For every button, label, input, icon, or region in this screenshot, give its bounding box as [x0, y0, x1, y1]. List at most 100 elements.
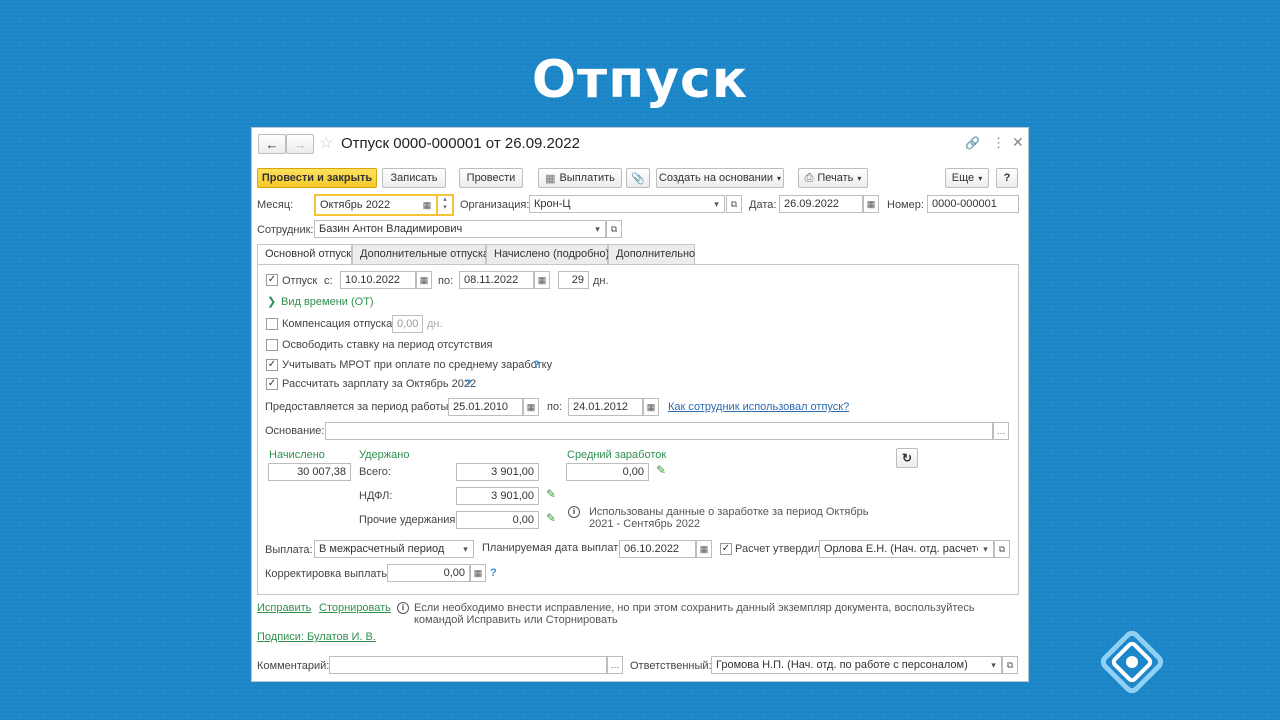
number-input[interactable]: 0000-000001 — [927, 195, 1019, 213]
org-label: Организация: — [460, 199, 530, 211]
period-from-input[interactable]: 25.01.2010 — [448, 398, 523, 416]
approved-dropdown-icon[interactable]: ▾ — [978, 540, 994, 558]
create-based-button[interactable]: Создать на основании ▾ — [656, 168, 784, 188]
approved-open-icon[interactable]: ⧉ — [994, 540, 1010, 558]
compensation-checkbox[interactable] — [266, 318, 278, 330]
vacation-to-calendar-icon[interactable]: ▦ — [534, 271, 550, 289]
reverse-link[interactable]: Сторнировать — [319, 602, 391, 614]
post-close-button[interactable]: Провести и закрыть — [257, 168, 377, 188]
signatures-link[interactable]: Подписи: Булатов И. В. — [257, 631, 376, 643]
calc-salary-help-icon[interactable]: ? — [465, 378, 472, 390]
compensation-label: Компенсация отпуска — [282, 318, 393, 330]
forward-button[interactable]: → — [286, 134, 314, 154]
time-type-toggle[interactable]: Вид времени (ОТ) — [281, 296, 374, 308]
correction-input[interactable]: 0,00 — [387, 564, 470, 582]
total-value: 3 901,00 — [456, 463, 539, 481]
vacation-from-input[interactable]: 10.10.2022 — [340, 271, 416, 289]
planned-date-label: Планируемая дата выплаты: — [482, 542, 630, 554]
vacation-to-label: по: — [438, 275, 454, 287]
compensation-input[interactable]: 0,00 — [392, 315, 423, 333]
arrow-left-icon: ← — [265, 136, 279, 152]
comment-expand-icon[interactable]: … — [607, 656, 623, 674]
calendar-icon[interactable]: ▦ — [419, 196, 435, 214]
compensation-unit: дн. — [427, 318, 443, 330]
vacation-from-label: с: — [324, 275, 333, 287]
attach-button[interactable]: 📎 — [626, 168, 650, 188]
basis-select-icon[interactable]: … — [993, 422, 1009, 440]
mrot-checkbox[interactable]: ✓ — [266, 359, 278, 371]
planned-date-calendar-icon[interactable]: ▦ — [696, 540, 712, 558]
period-to-calendar-icon[interactable]: ▦ — [643, 398, 659, 416]
more-button[interactable]: Еще ▾ — [945, 168, 989, 188]
earnings-info-text: Использованы данные о заработке за перио… — [589, 506, 869, 530]
employee-dropdown-icon[interactable]: ▾ — [590, 220, 606, 238]
tab-additional[interactable]: Дополнительно — [608, 244, 695, 264]
period-to-input[interactable]: 24.01.2012 — [568, 398, 643, 416]
link-icon[interactable]: 🔗 — [965, 136, 980, 150]
correction-calculator-icon[interactable]: ▦ — [470, 564, 486, 582]
tab-main-vacation[interactable]: Основной отпуск — [257, 244, 352, 265]
responsible-label: Ответственный: — [630, 660, 712, 672]
spin-up-icon: ▴ — [443, 196, 447, 203]
date-input[interactable]: 26.09.2022 — [779, 195, 863, 213]
brand-logo-icon — [1100, 630, 1164, 694]
period-from-calendar-icon[interactable]: ▦ — [523, 398, 539, 416]
back-button[interactable]: ← — [258, 134, 286, 154]
correction-help-icon[interactable]: ? — [490, 567, 497, 579]
more-vertical-icon[interactable]: ⋮ — [992, 135, 1005, 151]
help-button[interactable]: ? — [996, 168, 1018, 188]
vacation-checkbox[interactable]: ✓ — [266, 274, 278, 286]
date-calendar-icon[interactable]: ▦ — [863, 195, 879, 213]
free-rate-checkbox[interactable] — [266, 339, 278, 351]
approved-checkbox[interactable]: ✓ — [720, 543, 732, 555]
withheld-label: Удержано — [359, 449, 410, 461]
avg-edit-pencil-icon[interactable]: ✎ — [656, 463, 666, 477]
chevron-right-icon[interactable]: ❯ — [267, 295, 276, 308]
responsible-open-icon[interactable]: ⧉ — [1002, 656, 1018, 674]
org-open-icon[interactable]: ⧉ — [726, 195, 742, 213]
usage-link[interactable]: Как сотрудник использовал отпуск? — [668, 401, 849, 413]
approved-select[interactable]: Орлова Е.Н. (Нач. отд. расчетов — [819, 540, 994, 558]
vacation-days-input[interactable]: 29 — [558, 271, 589, 289]
slide-title: Отпуск — [531, 50, 749, 110]
calc-salary-checkbox[interactable]: ✓ — [266, 378, 278, 390]
mrot-help-icon[interactable]: ? — [533, 359, 540, 371]
print-button[interactable]: ⎙ Печать ▾ — [798, 168, 868, 188]
other-withholding-label: Прочие удержания: — [359, 514, 459, 526]
basis-input[interactable] — [325, 422, 993, 440]
spin-down-icon: ▾ — [443, 204, 447, 211]
refresh-button[interactable]: ↻ — [896, 448, 918, 468]
comment-input[interactable] — [329, 656, 607, 674]
tab-additional-vacations[interactable]: Дополнительные отпуска — [352, 244, 489, 264]
responsible-dropdown-icon[interactable]: ▾ — [986, 656, 1002, 674]
planned-date-input[interactable]: 06.10.2022 — [619, 540, 696, 558]
favorite-star-icon[interactable]: ☆ — [319, 133, 333, 153]
pay-button[interactable]: ▦ Выплатить — [538, 168, 622, 188]
fix-link[interactable]: Исправить — [257, 602, 311, 614]
printer-icon: ⎙ — [804, 171, 814, 184]
payout-select[interactable]: В межрасчетный период — [314, 540, 474, 558]
correction-label: Корректировка выплаты: — [265, 568, 393, 580]
more-button-label: Еще — [951, 172, 975, 184]
employee-select[interactable]: Базин Антон Владимирович — [314, 220, 606, 238]
tab-accrued-detailed[interactable]: Начислено (подробно) — [486, 244, 609, 264]
org-dropdown-icon[interactable]: ▾ — [709, 195, 725, 213]
close-icon[interactable]: ✕ — [1012, 134, 1024, 151]
window-title: Отпуск 0000-000001 от 26.09.2022 — [341, 135, 580, 152]
post-button[interactable]: Провести — [459, 168, 523, 188]
vacation-from-calendar-icon[interactable]: ▦ — [416, 271, 432, 289]
org-select[interactable]: Крон-Ц — [529, 195, 725, 213]
number-label: Номер: — [887, 199, 924, 211]
employee-open-icon[interactable]: ⧉ — [606, 220, 622, 238]
create-based-label: Создать на основании — [658, 172, 774, 184]
responsible-select[interactable]: Громова Н.П. (Нач. отд. по работе с перс… — [711, 656, 994, 674]
vacation-to-input[interactable]: 08.11.2022 — [459, 271, 534, 289]
pay-icon: ▦ — [545, 172, 556, 185]
ndfl-edit-pencil-icon[interactable]: ✎ — [546, 487, 556, 501]
other-edit-pencil-icon[interactable]: ✎ — [546, 511, 556, 525]
calc-salary-label: Рассчитать зарплату за Октябрь 2022 — [282, 378, 477, 390]
payout-dropdown-icon[interactable]: ▾ — [458, 540, 474, 558]
save-button[interactable]: Записать — [382, 168, 446, 188]
month-spinner[interactable]: ▴ ▾ — [438, 194, 454, 216]
free-rate-label: Освободить ставку на период отсутствия — [282, 339, 493, 351]
